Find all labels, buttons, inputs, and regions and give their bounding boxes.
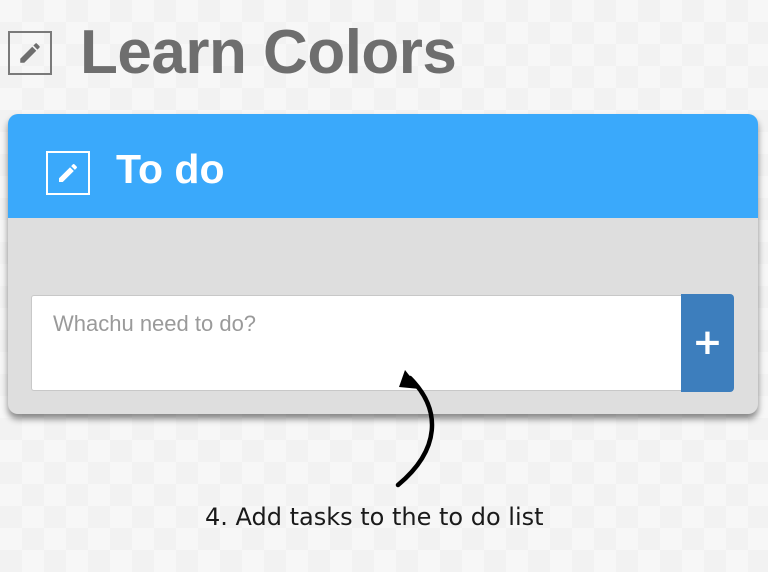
list-title: To do — [116, 146, 225, 192]
curved-arrow-icon — [395, 370, 435, 488]
todo-list-header: To do — [8, 114, 758, 218]
page-title: Learn Colors — [80, 18, 457, 87]
annotation-text: 4. Add tasks to the to do list — [205, 503, 544, 531]
edit-list-title-button[interactable] — [46, 151, 90, 195]
add-task-button[interactable]: + — [681, 294, 734, 392]
plus-icon: + — [692, 322, 723, 363]
new-task-input[interactable] — [31, 295, 681, 391]
page-header: Learn Colors — [8, 18, 457, 88]
pencil-icon — [59, 163, 78, 182]
pencil-icon — [20, 43, 40, 63]
edit-page-title-button[interactable] — [8, 31, 52, 75]
